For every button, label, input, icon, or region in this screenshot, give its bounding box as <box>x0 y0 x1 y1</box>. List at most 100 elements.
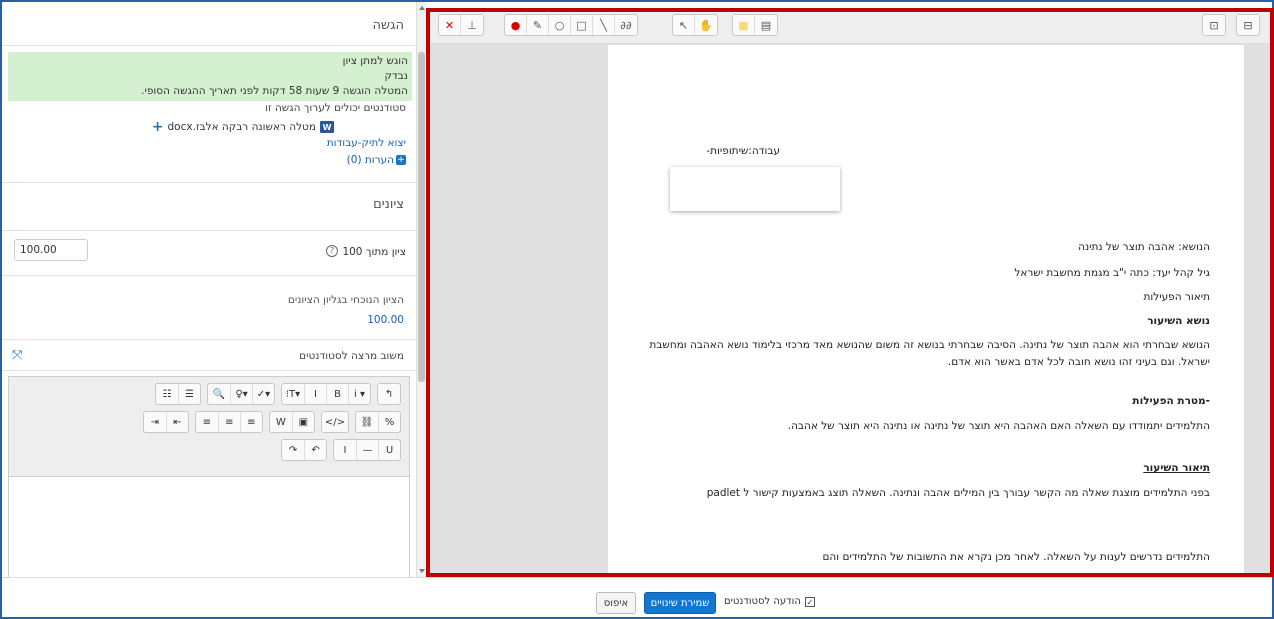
notify-label: הודעה לסטודנטים <box>724 596 801 607</box>
file-name[interactable]: מטלה ראשונה רבקה אלבז.docx <box>167 121 316 133</box>
grade-row: ציון מתוך 100 ? <box>2 230 416 276</box>
plus-icon[interactable]: + <box>152 119 164 135</box>
editor-tool-button[interactable]: I <box>334 440 356 460</box>
editor-tool-button[interactable]: B <box>326 384 348 404</box>
editor-tool-button[interactable]: </> <box>322 412 348 432</box>
editor-tool-group: ⇤ ⇥ <box>142 411 189 433</box>
left-scrollbar[interactable] <box>416 2 426 577</box>
annotation-toolbar: ✕ ⊥ ● ✎ ○ □ ╲ ∂∂ ↖ ✋ ■ ▤ ⊡ ⊟ <box>426 8 1274 44</box>
annotation-tool-group: ■ ▤ <box>732 14 778 36</box>
annotation-tool-button[interactable]: ✎ <box>527 15 549 35</box>
scroll-down-icon[interactable] <box>419 569 425 573</box>
editor-tool-group: ↶ ↷ <box>281 439 327 461</box>
editor-tool-button[interactable]: ↰ <box>378 384 400 404</box>
grades-title: ציונים <box>2 182 416 220</box>
status-line: נבדק <box>384 70 408 82</box>
editor-tool-button[interactable]: U <box>378 440 400 460</box>
scroll-up-icon[interactable] <box>419 6 425 10</box>
editor-tool-group: ▣ W <box>268 411 315 433</box>
expand-comments-icon[interactable]: + <box>396 155 406 165</box>
editor-tool-button[interactable]: ↶ <box>304 440 326 460</box>
annotation-tool-button[interactable]: ⊥ <box>461 15 483 35</box>
editor-tool-button[interactable]: ⛓ <box>356 412 378 432</box>
notify-students[interactable]: ✓ הודעה לסטודנטים <box>724 596 815 607</box>
grade-label: ציון מתוך 100 <box>342 246 406 258</box>
annotation-tool-button[interactable]: ↖ <box>673 15 695 35</box>
doc-lesson-desc-text: בפני התלמידים מוצגת שאלה מה הקשר עבורך ב… <box>706 487 1210 499</box>
gradebook-value[interactable]: 100.00 <box>2 314 416 326</box>
editor-tool-button[interactable]: ▾ i <box>348 384 370 404</box>
doc-activity-desc: תיאור הפעילות <box>1143 291 1210 303</box>
feedback-header: משוב מרצה לסטודנטים ⤧ <box>2 339 416 371</box>
annotation-tool-button[interactable]: ⊟ <box>1237 15 1259 35</box>
editor-tool-button[interactable]: W <box>270 412 292 432</box>
status-line: המטלה הוגשה 9 שעות 58 דקות לפני תאריך הה… <box>141 85 408 97</box>
doc-topic: הנושא: אהבה תוצר של נתינה <box>1078 241 1210 253</box>
annotation-tool-button[interactable]: ⊡ <box>1203 15 1225 35</box>
doc-audience: גיל קהל יעד: כתה י"ב מגמת מחשבת ישראל <box>1014 267 1210 279</box>
doc-bottom-text: התלמידים נדרשים לענות על השאלה. לאחר מכן… <box>822 551 1210 563</box>
submission-status: הוגש למתן ציון נבדק המטלה הוגשה 9 שעות 5… <box>8 52 412 101</box>
feedback-editor: ↰ ▾ i B I ▾T⁝ ▾✓ ▾♀ 🔍 ☰ ☷ % ⛓ </> ▣ W ≡ ≡ ≡ ⇤ ⇥ U — I ↶ ↷ <box>8 376 410 577</box>
editor-toolbar: ↰ ▾ i B I ▾T⁝ ▾✓ ▾♀ 🔍 ☰ ☷ % ⛓ </> ▣ W ≡ ≡ ≡ ⇤ ⇥ U — I ↶ ↷ <box>9 377 409 477</box>
help-icon[interactable]: ? <box>326 245 338 257</box>
editor-content[interactable] <box>9 477 409 577</box>
annotation-tool-button[interactable]: □ <box>571 15 593 35</box>
grade-input[interactable] <box>14 239 88 261</box>
comment-box[interactable] <box>670 167 840 211</box>
editor-tool-button[interactable]: I <box>304 384 326 404</box>
feedback-label: משוב מרצה לסטודנטים <box>299 350 404 362</box>
editor-tool-button[interactable]: ☷ <box>156 384 178 404</box>
editor-tool-group: ≡ ≡ ≡ <box>194 411 263 433</box>
fullscreen-icon[interactable]: ⤧ <box>12 348 22 363</box>
editor-tool-button[interactable]: ▣ <box>291 412 314 432</box>
editor-tool-button[interactable]: ≡ <box>217 412 240 432</box>
annotation-tool-group: ⊡ <box>1202 14 1226 36</box>
editor-tool-group: ☰ ☷ <box>155 383 201 405</box>
annotation-tool-button[interactable]: ■ <box>733 15 755 35</box>
editor-tool-button[interactable]: ☰ <box>178 384 200 404</box>
editor-tool-button[interactable]: ⇥ <box>144 412 166 432</box>
annotation-tool-button[interactable]: ▤ <box>755 15 777 35</box>
annotation-tool-button[interactable]: ✋ <box>695 15 717 35</box>
editor-tool-group: </> <box>320 411 349 433</box>
pdf-page[interactable]: עבודה:שיתופיות- הנושא: אהבה תוצר של נתינ… <box>608 45 1244 577</box>
annotation-tool-group: ↖ ✋ <box>672 14 718 36</box>
editor-tool-button[interactable]: ↷ <box>282 440 304 460</box>
editor-tool-button[interactable]: ▾✓ <box>252 384 274 404</box>
editor-tool-group: % ⛓ <box>355 411 401 433</box>
annotation-tool-button[interactable]: ∂∂ <box>615 15 637 35</box>
editor-tool-button[interactable]: ≡ <box>196 412 218 432</box>
scroll-thumb[interactable] <box>418 52 425 382</box>
submitted-file[interactable]: W מטלה ראשונה רבקה אלבז.docx + <box>2 119 416 135</box>
pdf-viewport[interactable]: עבודה:שיתופיות- הנושא: אהבה תוצר של נתינ… <box>426 45 1274 577</box>
editor-tool-button[interactable]: ▾♀ <box>230 384 252 404</box>
editor-tool-button[interactable]: — <box>356 440 378 460</box>
editor-tool-group: U — I <box>333 439 401 461</box>
doc-lesson-topic-text: הנושא שבחרתי הוא אהבה תוצר של נתינה. הסי… <box>649 339 1210 368</box>
editor-tool-button[interactable]: % <box>378 412 400 432</box>
footer-bar: איפוס שמירת שינויים ✓ הודעה לסטודנטים <box>2 577 1272 617</box>
doc-lesson-topic-title: נושא השיעור <box>1147 315 1210 327</box>
editor-tool-button[interactable]: ▾T⁝ <box>282 384 304 404</box>
annotation-tool-button[interactable]: ● <box>505 15 527 35</box>
annotation-tool-button[interactable]: ╲ <box>593 15 615 35</box>
notify-checkbox[interactable]: ✓ <box>804 596 815 607</box>
doc-heading: עבודה:שיתופיות- <box>706 145 780 157</box>
reset-button[interactable]: איפוס <box>596 592 636 614</box>
editor-tool-group: ↰ <box>377 383 401 405</box>
status-line: הוגש למתן ציון <box>342 55 408 67</box>
doc-lesson-desc-title: תיאור השיעור <box>1143 462 1210 474</box>
editor-tool-group: ▾✓ ▾♀ 🔍 <box>207 383 275 405</box>
annotation-tool-button[interactable]: ○ <box>549 15 571 35</box>
save-changes-button[interactable]: שמירת שינויים <box>644 592 716 614</box>
editor-tool-button[interactable]: ≡ <box>239 412 262 432</box>
pdf-annotator: ✕ ⊥ ● ✎ ○ □ ╲ ∂∂ ↖ ✋ ■ ▤ ⊡ ⊟ עבודה:שיתופיות- הנו… <box>426 8 1274 577</box>
doc-goal-title: -מטרת הפעילות <box>1132 395 1210 407</box>
edit-note: סטודנטים יכולים לערוך הגשה זו <box>265 102 406 114</box>
editor-tool-button[interactable]: 🔍 <box>208 384 230 404</box>
comments-link[interactable]: הערות (0) <box>347 154 394 166</box>
annotation-tool-button[interactable]: ✕ <box>439 15 461 35</box>
editor-tool-button[interactable]: ⇤ <box>165 412 188 432</box>
export-portfolio-link[interactable]: יצוא לתיק-עבודות <box>327 137 406 149</box>
